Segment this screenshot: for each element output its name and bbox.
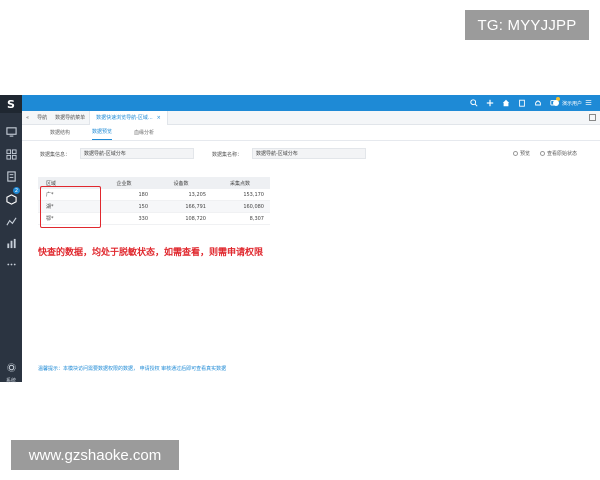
svg-text:S: S	[7, 98, 15, 110]
bell-icon[interactable]	[533, 99, 542, 108]
window-controls	[589, 114, 596, 121]
radio-raw-status-label: 查看原始状态	[547, 151, 578, 157]
avatar	[552, 100, 559, 106]
dataset-info-field[interactable]: 数据导航-区域分布	[80, 148, 194, 159]
masked-data-notice: 快查的数据，均处于脱敏状态，如需查看，则需申请权限	[38, 248, 264, 258]
table-cell: 330	[138, 215, 148, 222]
breadcrumb-tab-bar: « 导航 数据导航菜单 数据快速浏览导航-区域... ×	[22, 110, 600, 125]
chart-icon[interactable]	[4, 215, 18, 227]
tab-active[interactable]: 数据快速浏览导航-区域... ×	[89, 110, 168, 125]
permission-footnote[interactable]: 温馨提示：本模块访问需要数据权限的数据， 申请授权 审核通过后即可查看真实数据	[38, 365, 226, 372]
col-collection-points[interactable]: 采集点数	[210, 180, 270, 187]
sidebar-badge: 2	[13, 187, 20, 194]
maximize-icon[interactable]	[589, 114, 596, 121]
tab-active-label: 数据快速浏览导航-区域...	[96, 115, 153, 121]
app-logo[interactable]: S	[0, 95, 22, 113]
watermark-tg-text: TG: MYYJJPP	[477, 16, 577, 34]
breadcrumb-home[interactable]: 导航	[33, 114, 51, 121]
logo-icon: S	[7, 98, 15, 110]
tab-close-icon[interactable]: ×	[157, 115, 161, 121]
highlight-annotation-box	[40, 186, 101, 228]
table-cell: 108,720	[185, 215, 206, 222]
collapse-icon[interactable]: «	[22, 115, 33, 121]
col-devices[interactable]: 设备数	[152, 180, 210, 187]
watermark-tg-badge: TG: MYYJJPP	[465, 10, 589, 40]
app-window: S 2 系统 演示用户 « 导航 数据导航菜单 数据快速浏览导航-区域... ×…	[0, 95, 600, 384]
dataset-form: 数据集信息： 数据导航-区域分布 数据集名称： 数据导航-区域分布 预览 查看原…	[22, 147, 600, 161]
user-menu[interactable]: 演示用户	[552, 95, 592, 111]
dataset-name-field[interactable]: 数据导航-区域分布	[252, 148, 366, 159]
radio-preview-label: 预览	[520, 151, 531, 157]
dataset-name-label: 数据集名称：	[212, 152, 243, 158]
settings-icon	[6, 363, 16, 372]
tab-lineage[interactable]: 血缘分析	[134, 129, 154, 140]
bar-chart-icon[interactable]	[4, 237, 18, 249]
tab-data-preview[interactable]: 数据预览	[92, 128, 113, 140]
dataset-info-label: 数据集信息：	[40, 152, 71, 158]
table-cell: 13,205	[188, 191, 207, 198]
tab-data-structure[interactable]: 数据结构	[50, 129, 70, 140]
top-bar: 演示用户	[22, 95, 600, 111]
top-bar-icons	[469, 95, 560, 111]
radio-raw-status-dot[interactable]	[540, 151, 545, 156]
watermark-site-badge: www.gzshaoke.com	[11, 440, 179, 470]
more-icon[interactable]	[4, 258, 18, 270]
sidebar-settings[interactable]: 系统	[0, 357, 22, 384]
sub-tabs: 数据结构 数据预览 血缘分析	[22, 125, 600, 141]
table-cell: 153,170	[243, 191, 264, 198]
table-cell: 180	[138, 191, 148, 198]
cube-icon[interactable]	[4, 193, 18, 205]
grid-icon[interactable]	[4, 148, 18, 160]
plus-icon[interactable]	[485, 99, 494, 108]
col-enterprises[interactable]: 企业数	[96, 180, 152, 187]
radio-preview-dot[interactable]	[513, 151, 518, 156]
document-icon[interactable]	[4, 170, 18, 182]
sidebar-badge-count: 2	[14, 187, 19, 194]
breadcrumb-parent[interactable]: 数据导航菜单	[51, 114, 89, 121]
table-cell: 160,080	[243, 203, 264, 210]
table-cell: 166,791	[185, 203, 206, 210]
table-cell: 8,307	[249, 215, 264, 222]
hamburger-icon[interactable]	[585, 99, 592, 108]
radio-preview[interactable]: 预览	[513, 150, 530, 157]
search-icon[interactable]	[469, 99, 478, 108]
table-cell: 150	[138, 203, 148, 210]
user-name: 演示用户	[561, 100, 582, 107]
monitor-icon[interactable]	[4, 125, 18, 137]
sidebar-settings-label: 系统	[5, 378, 16, 384]
home-icon[interactable]	[501, 99, 510, 108]
clipboard-icon[interactable]	[517, 99, 526, 108]
radio-raw-status[interactable]: 查看原始状态	[540, 150, 577, 157]
watermark-site-text: www.gzshaoke.com	[28, 446, 162, 464]
sidebar: S 2 系统	[0, 95, 22, 384]
